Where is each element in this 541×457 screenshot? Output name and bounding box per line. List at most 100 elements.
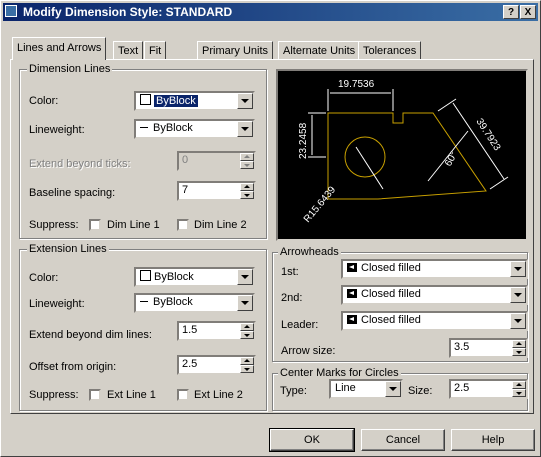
ext-line1-label: Ext Line 1 [107, 389, 156, 401]
arrow-second-label: 2nd: [281, 292, 303, 304]
center-size-value: 2.5 [454, 382, 470, 394]
arrow-leader-value: Closed filled [361, 314, 421, 326]
app-icon [5, 5, 17, 17]
spin-down-icon[interactable] [512, 389, 526, 397]
color-swatch [140, 270, 151, 281]
dim-lineweight-value: ByBlock [153, 122, 193, 134]
chevron-down-icon[interactable] [510, 313, 526, 329]
spin-up-icon[interactable] [512, 381, 526, 389]
dim-color-select[interactable]: ByBlock [134, 91, 255, 111]
ext-color-label: Color: [29, 272, 59, 284]
center-size-label: Size: [408, 385, 433, 397]
arrow-size-spinner[interactable]: 3.5 [449, 338, 528, 358]
center-type-select[interactable]: Line [329, 379, 403, 399]
tab-alternate-units[interactable]: Alternate Units [278, 41, 361, 59]
dim-suppress-label: Suppress: [29, 219, 79, 231]
baseline-spacing-label: Baseline spacing: [29, 187, 116, 199]
ext-lineweight-select[interactable]: ByBlock [134, 293, 255, 313]
center-marks-label: Center Marks for Circles [278, 367, 401, 379]
lineweight-icon [140, 127, 148, 128]
arrow-size-label: Arrow size: [281, 345, 336, 357]
spin-up-icon[interactable] [512, 340, 526, 348]
close-button[interactable]: X [520, 5, 536, 19]
baseline-spacing-spinner[interactable]: 7 [177, 181, 256, 201]
help-title-button[interactable]: ? [503, 5, 519, 19]
preview-pane: 19.7536 23.2458 39.7923 60° R15.6439 [276, 69, 528, 241]
ext-color-select[interactable]: ByBlock [134, 267, 255, 287]
center-type-value: Line [335, 382, 356, 394]
arrow-first-select[interactable]: Closed filled [341, 259, 528, 279]
preview-outline [327, 112, 487, 200]
tab-text[interactable]: Text [113, 41, 144, 59]
spin-up-icon[interactable] [240, 183, 254, 191]
arrow-second-value: Closed filled [361, 288, 421, 300]
arrow-leader-label: Leader: [281, 319, 319, 331]
arrow-closed-filled-icon [347, 289, 357, 298]
preview-drawing: 19.7536 23.2458 39.7923 60° R15.6439 [298, 79, 509, 225]
ext-lineweight-label: Lineweight: [29, 298, 85, 310]
arrow-size-value: 3.5 [454, 341, 470, 353]
dim-line2-label: Dim Line 2 [194, 219, 247, 231]
ext-color-value: ByBlock [154, 271, 194, 283]
arrow-leader-select[interactable]: Closed filled [341, 311, 528, 331]
dimension-lines-label: Dimension Lines [27, 63, 113, 75]
extension-lines-label: Extension Lines [27, 243, 109, 255]
ext-line2-checkbox[interactable] [177, 389, 189, 401]
preview-dimension-lines [308, 89, 509, 190]
dim-line2-checkbox[interactable] [177, 219, 189, 231]
spin-up-icon[interactable] [240, 357, 254, 365]
dim-color-label: Color: [29, 95, 59, 107]
ext-line2-label: Ext Line 2 [194, 389, 243, 401]
dim-lineweight-label: Lineweight: [29, 124, 85, 136]
ext-extend-label: Extend beyond dim lines: [29, 329, 152, 341]
tab-tolerances[interactable]: Tolerances [358, 41, 422, 59]
window-title: Modify Dimension Style: STANDARD [23, 5, 233, 19]
cancel-button[interactable]: Cancel [361, 429, 445, 451]
title-bar: Modify Dimension Style: STANDARD ? X [3, 3, 538, 21]
spin-down-icon[interactable] [240, 365, 254, 373]
chevron-down-icon[interactable] [510, 261, 526, 277]
spin-down-icon[interactable] [240, 191, 254, 199]
arrow-first-label: 1st: [281, 266, 299, 278]
tab-primary-units[interactable]: Primary Units [197, 41, 274, 59]
offset-origin-value: 2.5 [182, 358, 198, 370]
chevron-down-icon[interactable] [385, 381, 401, 397]
dim-extend-spinner[interactable]: 0 [177, 151, 256, 171]
dim-line1-checkbox[interactable] [89, 219, 101, 231]
spin-up-icon[interactable] [240, 153, 254, 161]
dialog-window: Modify Dimension Style: STANDARD ? X Lin… [0, 0, 541, 457]
arrow-second-select[interactable]: Closed filled [341, 285, 528, 305]
spin-down-icon[interactable] [240, 331, 254, 339]
arrow-first-value: Closed filled [361, 262, 421, 274]
dim-lineweight-select[interactable]: ByBlock [134, 119, 255, 139]
preview-dim-left: 23.2458 [298, 122, 309, 159]
chevron-down-icon[interactable] [510, 287, 526, 303]
lineweight-icon [140, 301, 148, 302]
spin-up-icon[interactable] [240, 323, 254, 331]
arrow-closed-filled-icon [347, 315, 357, 324]
color-swatch [140, 94, 151, 105]
dim-extend-label: Extend beyond ticks: [29, 158, 131, 170]
ext-extend-spinner[interactable]: 1.5 [177, 321, 256, 341]
spin-down-icon[interactable] [512, 348, 526, 356]
chevron-down-icon[interactable] [237, 269, 253, 285]
preview-dim-right: 39.7923 [473, 117, 502, 154]
tab-lines-and-arrows[interactable]: Lines and Arrows [12, 37, 107, 60]
ok-button[interactable]: OK [269, 428, 355, 452]
help-button[interactable]: Help [451, 429, 535, 451]
offset-origin-label: Offset from origin: [29, 361, 117, 373]
offset-origin-spinner[interactable]: 2.5 [177, 355, 256, 375]
preview-circle [344, 136, 386, 178]
tab-fit[interactable]: Fit [144, 41, 167, 59]
dim-extend-value: 0 [182, 154, 189, 166]
arrow-closed-filled-icon [347, 263, 357, 272]
ext-line1-checkbox[interactable] [89, 389, 101, 401]
chevron-down-icon[interactable] [237, 121, 253, 137]
ext-lineweight-value: ByBlock [153, 296, 193, 308]
spin-down-icon[interactable] [240, 161, 254, 169]
chevron-down-icon[interactable] [237, 295, 253, 311]
chevron-down-icon[interactable] [237, 93, 253, 109]
center-size-spinner[interactable]: 2.5 [449, 379, 528, 399]
dim-color-value: ByBlock [154, 95, 198, 107]
dim-line1-label: Dim Line 1 [107, 219, 160, 231]
